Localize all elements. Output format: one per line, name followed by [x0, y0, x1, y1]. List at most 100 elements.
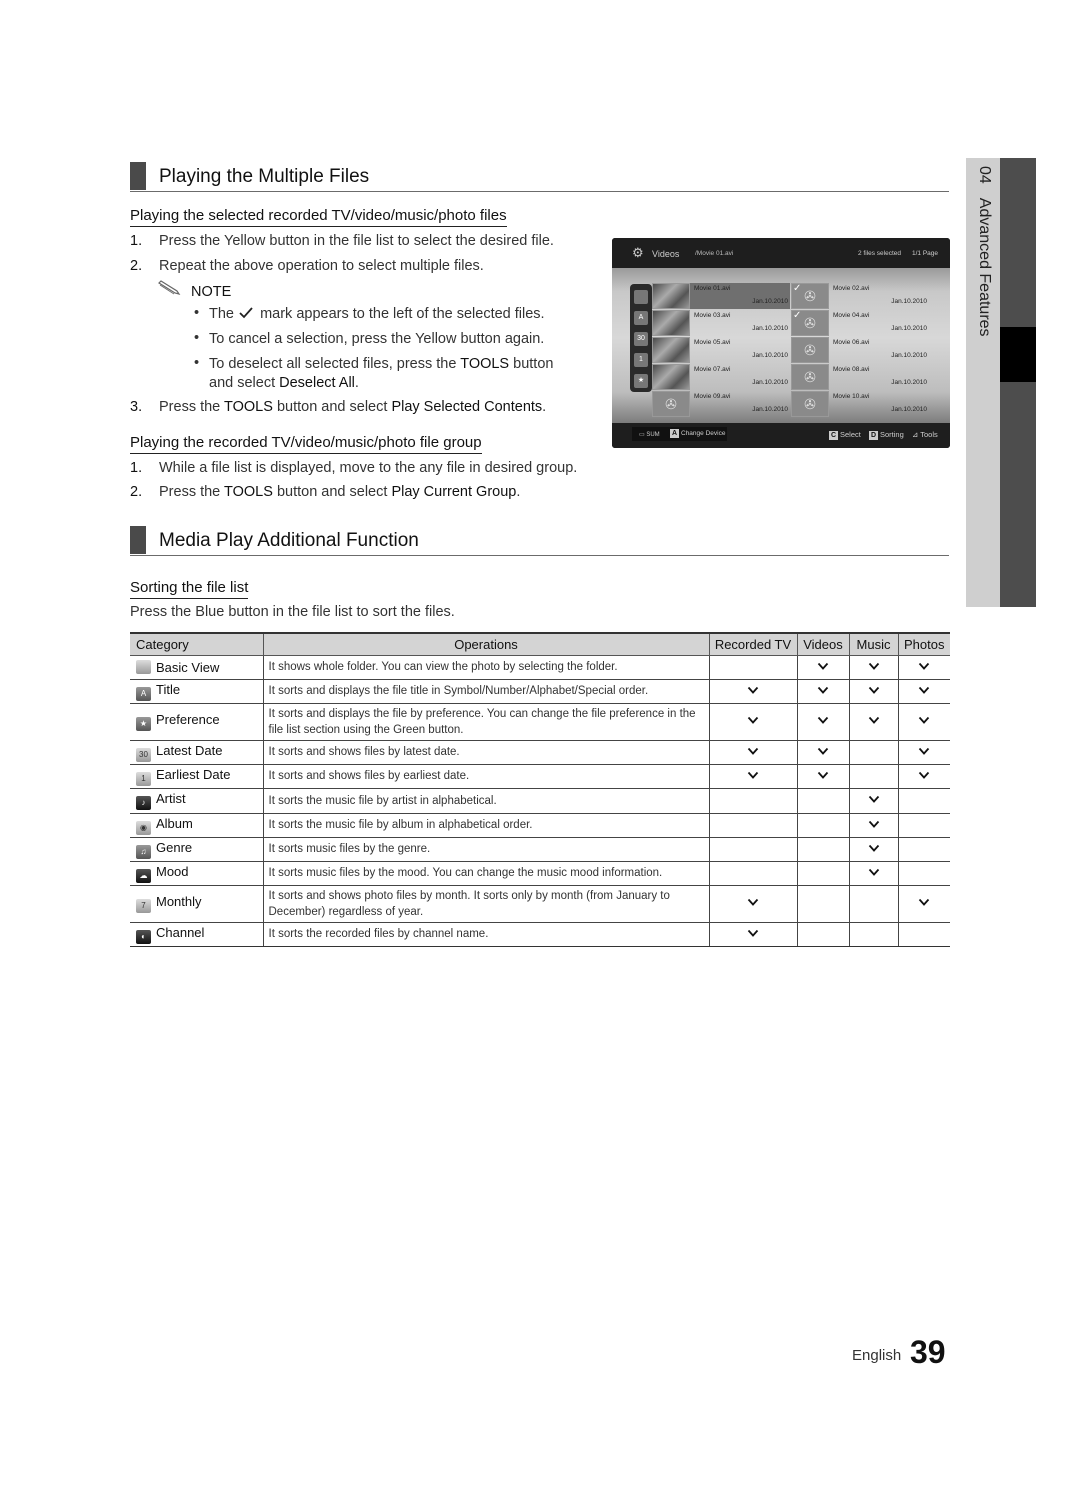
- tv-file-list: A 30 1 ★ Movie 01.avi Jan.10.2010 ✇ ✓ Movie …: [612, 268, 950, 423]
- category-cell: ☁ Mood: [130, 861, 263, 886]
- sorting-button[interactable]: D Sorting: [869, 430, 904, 440]
- folder-icon[interactable]: [634, 290, 648, 304]
- check-icon: [747, 685, 759, 699]
- support-cell-recorded-tv: [708, 813, 797, 838]
- category-cell: 7 Monthly: [130, 885, 263, 923]
- support-cell-recorded-tv: [708, 764, 797, 789]
- category-label: Album: [156, 815, 193, 831]
- step-number: 1.: [130, 460, 143, 476]
- film-reel-icon: ✇: [791, 337, 829, 363]
- mood-icon: ☁: [136, 868, 151, 883]
- film-reel-icon: ✇: [652, 391, 690, 417]
- category-label: Channel: [156, 924, 205, 940]
- step-number: 3.: [130, 399, 143, 415]
- support-cell-recorded-tv: [708, 703, 797, 741]
- video-thumbnail: [652, 283, 690, 309]
- earliest-date-icon[interactable]: 1: [634, 353, 648, 367]
- operation-cell: It sorts the music file by artist in alp…: [262, 788, 709, 814]
- checkmark-icon: [238, 306, 256, 326]
- bullet-dot: •: [194, 305, 200, 321]
- preference-icon[interactable]: ★: [634, 374, 648, 388]
- support-cell-videos: [796, 861, 849, 886]
- support-cell-videos: [796, 679, 849, 704]
- video-thumbnail: [652, 364, 690, 390]
- support-cell-music: [848, 679, 898, 704]
- note-text: To deselect all selected files, press th…: [209, 356, 457, 372]
- support-cell-recorded-tv: [708, 922, 797, 947]
- file-tile[interactable]: Movie 07.avi Jan.10.2010: [652, 364, 790, 390]
- support-cell-photos: [897, 679, 950, 704]
- file-tile[interactable]: Movie 01.avi Jan.10.2010: [652, 283, 790, 309]
- check-icon: [817, 661, 829, 675]
- support-cell-recorded-tv: [708, 837, 797, 862]
- file-date: Jan.10.2010: [891, 325, 927, 332]
- latest-date-icon: 30: [136, 747, 151, 762]
- file-tile[interactable]: Movie 03.avi Jan.10.2010: [652, 310, 790, 336]
- file-name: Movie 07.avi: [694, 366, 731, 373]
- support-cell-photos: [897, 837, 950, 862]
- check-icon: [817, 746, 829, 760]
- category-cell: ★ Preference: [130, 703, 263, 741]
- genre-icon: ♫: [136, 844, 151, 859]
- sorting-table: Category Operations Recorded TV Videos M…: [130, 632, 950, 947]
- support-cell-music: [848, 788, 898, 814]
- select-label: Select: [840, 430, 861, 439]
- category-cell: A Title: [130, 679, 263, 704]
- check-icon: [868, 685, 880, 699]
- device-name: SUM: [646, 432, 660, 438]
- support-cell-music: [848, 885, 898, 923]
- select-button[interactable]: C Select: [829, 430, 861, 440]
- file-tile[interactable]: ✇ Movie 08.avi Jan.10.2010: [791, 364, 929, 390]
- support-cell-recorded-tv: [708, 861, 797, 886]
- check-icon: [868, 715, 880, 729]
- table-row: ♫ Genre It sorts music files by the genre.: [130, 837, 950, 862]
- title-sort-icon[interactable]: A: [634, 311, 648, 325]
- device-label: ▭ SUM: [639, 432, 660, 438]
- play-current-group-label: Play Current Group: [391, 484, 517, 500]
- file-date: Jan.10.2010: [752, 298, 788, 305]
- table-row: ◉ Album It sorts the music file by album i…: [130, 813, 950, 838]
- note-text: mark appears to the left of the selected…: [260, 306, 545, 322]
- category-cell: ◉ Album: [130, 813, 263, 838]
- operation-cell: It shows whole folder. You can view the …: [262, 655, 709, 680]
- category-label: Genre: [156, 839, 193, 855]
- file-tile[interactable]: ✇ Movie 06.avi Jan.10.2010: [791, 337, 929, 363]
- check-icon: [918, 897, 930, 911]
- title-sort-icon: A: [136, 686, 151, 701]
- file-tile[interactable]: ✇ ✓ Movie 02.avi Jan.10.2010: [791, 283, 929, 309]
- check-icon: [747, 928, 759, 942]
- check-icon: [747, 897, 759, 911]
- file-tile[interactable]: ✇ ✓ Movie 04.avi Jan.10.2010: [791, 310, 929, 336]
- key-c-icon: C: [829, 431, 838, 440]
- support-cell-music: [848, 655, 898, 680]
- change-device-button[interactable]: A Change Device: [670, 429, 725, 438]
- check-icon: [918, 770, 930, 784]
- category-label: Monthly: [156, 894, 202, 909]
- tv-category-title: Videos: [652, 249, 680, 259]
- file-tile[interactable]: ✇ Movie 10.avi Jan.10.2010: [791, 391, 929, 417]
- tools-button[interactable]: ⊿ Tools: [912, 430, 938, 439]
- support-cell-videos: [796, 764, 849, 789]
- deselect-all-label: Deselect All: [279, 375, 355, 391]
- check-icon: [817, 715, 829, 729]
- support-cell-photos: [897, 922, 950, 947]
- category-cell: 1 Earliest Date: [130, 764, 263, 789]
- note-heading: NOTE: [157, 280, 231, 300]
- check-icon: [868, 794, 880, 808]
- support-cell-recorded-tv: [708, 679, 797, 704]
- file-tile[interactable]: Movie 05.avi Jan.10.2010: [652, 337, 790, 363]
- table-row: ♪ Artist It sorts the music file by artist…: [130, 788, 950, 814]
- table-row: Basic View It shows whole folder. You can…: [130, 655, 950, 680]
- file-name: Movie 05.avi: [694, 339, 731, 346]
- support-cell-photos: [897, 655, 950, 680]
- file-name: Movie 03.avi: [694, 312, 731, 319]
- support-cell-videos: [796, 788, 849, 814]
- sorting-description: Press the Blue button in the file list t…: [130, 603, 455, 621]
- section-title-text: Playing the Multiple Files: [159, 166, 370, 187]
- tools-key: TOOLS: [224, 399, 273, 415]
- header-photos: Photos: [897, 632, 950, 656]
- section-marker: [130, 526, 146, 554]
- file-name: Movie 10.avi: [833, 393, 870, 400]
- file-tile[interactable]: ✇ Movie 09.avi Jan.10.2010: [652, 391, 790, 417]
- latest-date-icon[interactable]: 30: [634, 332, 648, 346]
